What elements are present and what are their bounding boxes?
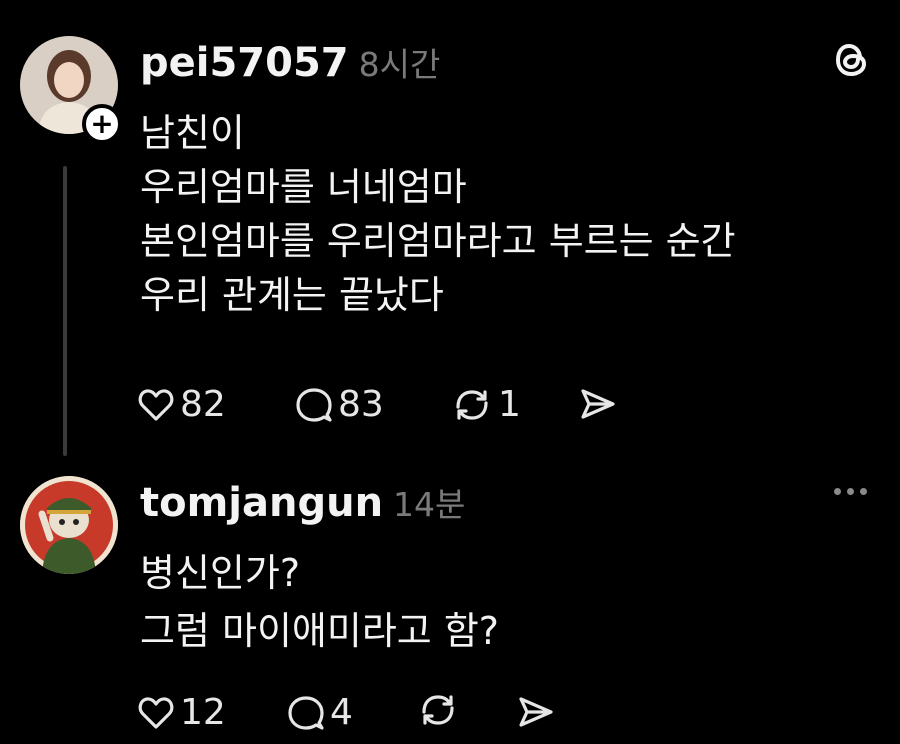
comment-count: 83 (338, 384, 384, 425)
post-body: 남친이 우리엄마를 너네엄마 본인엄마를 우리엄마라고 부르는 순간 우리 관계… (140, 106, 736, 322)
post-text-line: 본인엄마를 우리엄마라고 부르는 순간 (140, 219, 736, 263)
repost-icon (422, 695, 454, 725)
repost-button[interactable] (418, 692, 458, 728)
reply-body: 병신인가? 그럼 마이애미라고 함? (140, 546, 499, 658)
reply-username[interactable]: tomjangun (140, 480, 383, 526)
share-button[interactable] (518, 696, 554, 728)
post-time: 8시간 (358, 45, 441, 84)
repost-button[interactable]: 1 (452, 384, 521, 425)
heart-icon (138, 388, 174, 421)
thread-line (63, 166, 67, 456)
threads-icon[interactable] (834, 40, 870, 84)
reply-text-line: 병신인가? (140, 551, 301, 595)
like-count: 82 (180, 384, 226, 425)
comment-count: 4 (330, 692, 353, 733)
comment-icon (296, 387, 332, 422)
heart-icon (138, 696, 174, 729)
plus-icon: + (90, 107, 114, 140)
comment-icon (288, 695, 324, 730)
reply-text-line: 그럼 마이애미라고 함? (140, 609, 499, 653)
like-button[interactable]: 12 (138, 692, 226, 733)
post-header: pei57057 8시간 (140, 38, 440, 86)
post-text-line: 우리엄마를 너네엄마 (140, 165, 467, 209)
post-text-line: 우리 관계는 끝났다 (140, 273, 444, 317)
follow-button[interactable]: + (82, 104, 122, 144)
post-text-line: 남친이 (140, 111, 245, 155)
repost-icon (456, 389, 488, 420)
comment-button[interactable]: 83 (296, 384, 384, 425)
reply-time: 14분 (393, 485, 466, 524)
repost-count: 1 (498, 384, 521, 425)
avatar[interactable] (20, 476, 118, 574)
post-username[interactable]: pei57057 (140, 40, 349, 86)
send-icon (519, 697, 553, 727)
reply-header: tomjangun 14분 (140, 478, 465, 526)
like-count: 12 (180, 692, 226, 733)
like-button[interactable]: 82 (138, 384, 226, 425)
send-icon (581, 389, 615, 419)
more-icon[interactable] (834, 488, 867, 495)
comment-button[interactable]: 4 (288, 692, 353, 733)
share-button[interactable] (580, 388, 616, 420)
